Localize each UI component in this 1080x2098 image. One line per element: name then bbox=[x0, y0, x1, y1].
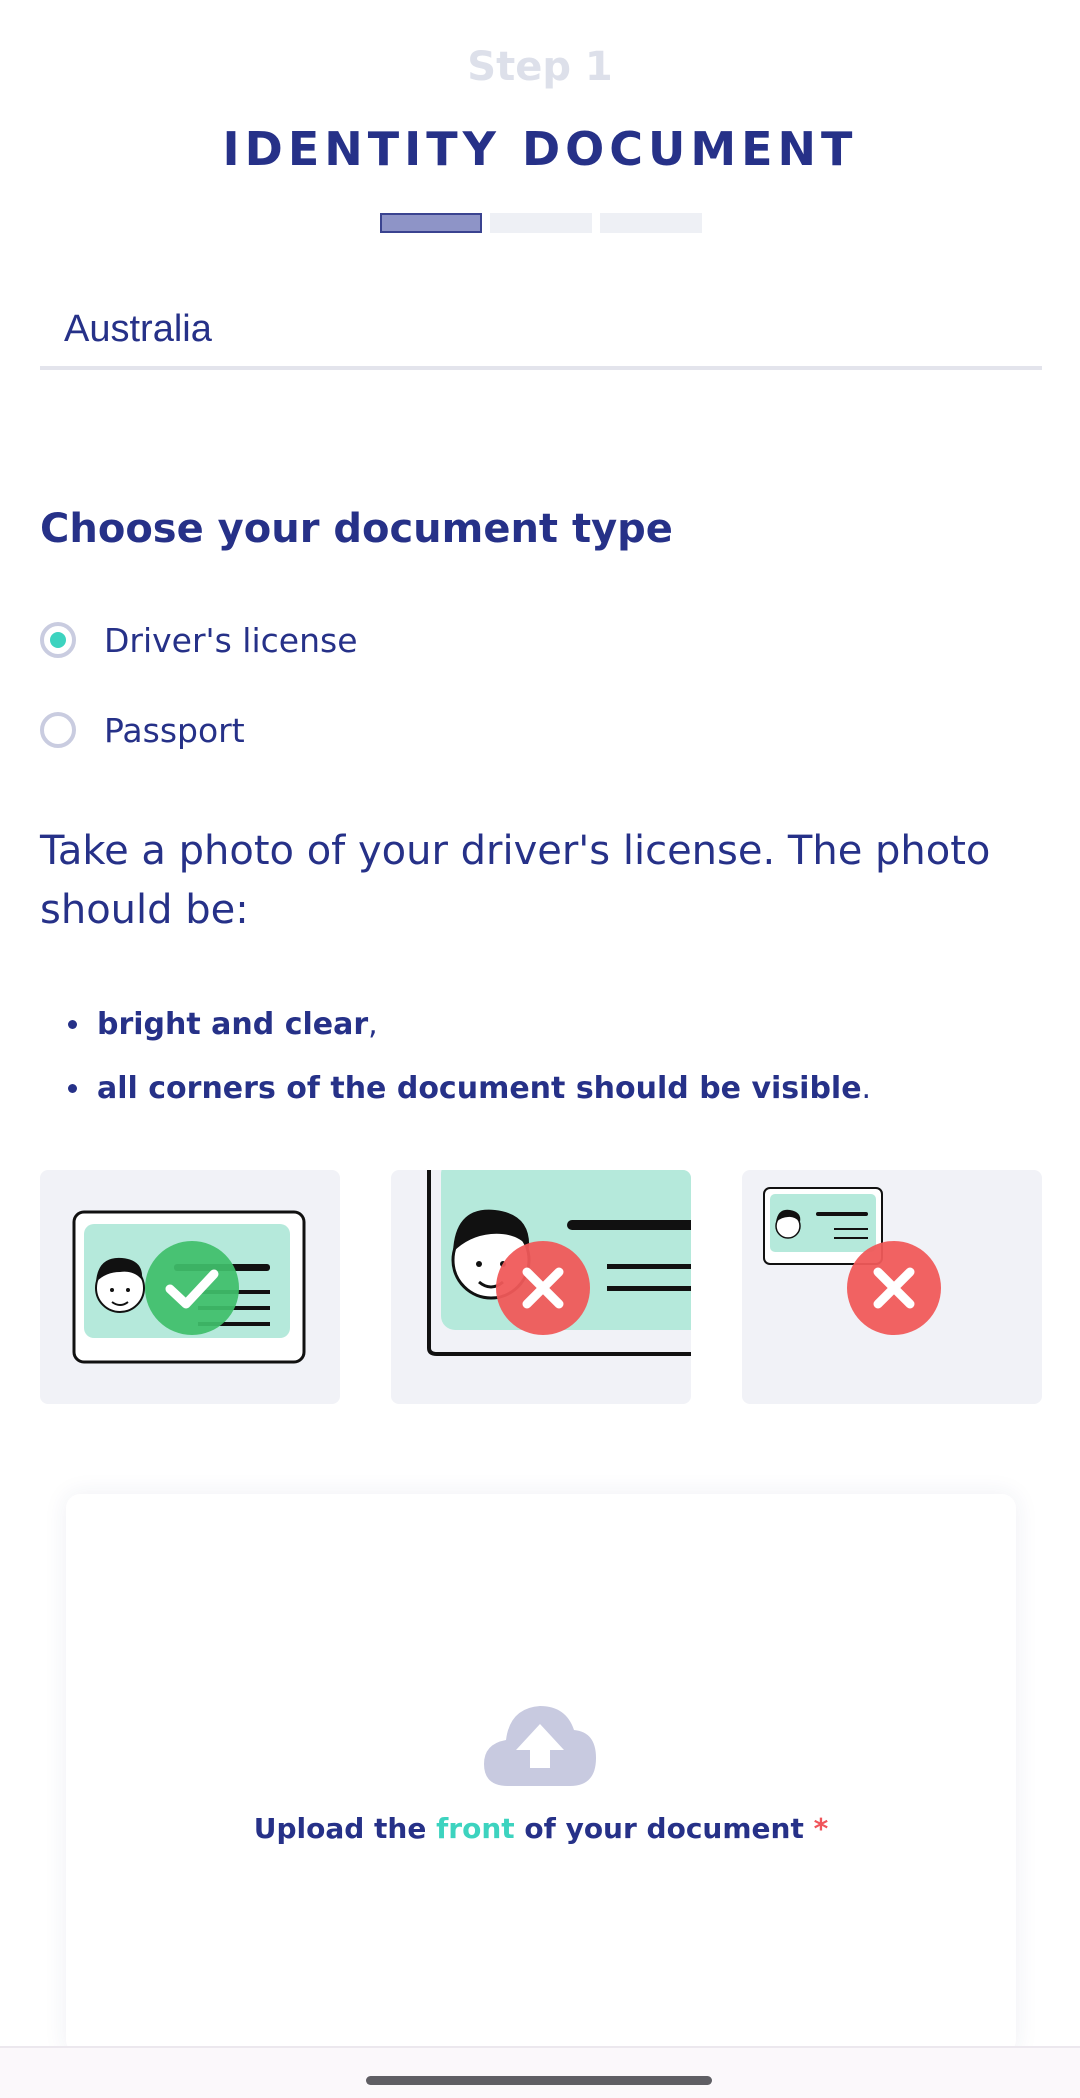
list-item: all corners of the document should be vi… bbox=[68, 1056, 871, 1120]
option-label: Driver's license bbox=[104, 620, 358, 660]
example-bad-too-close bbox=[391, 1170, 691, 1404]
example-good-photo bbox=[40, 1170, 340, 1404]
requirement-text: bright and clear bbox=[97, 1006, 369, 1042]
country-select[interactable]: Australia bbox=[40, 300, 1042, 370]
bullet-dot bbox=[68, 1019, 77, 1029]
upload-prefix: Upload the bbox=[253, 1812, 437, 1845]
step-label: Step 1 bbox=[467, 44, 613, 90]
id-card-illustration bbox=[427, 1170, 691, 1356]
page-title: IDENTITY DOCUMENT bbox=[222, 122, 858, 176]
document-type-heading: Choose your document type bbox=[40, 506, 673, 552]
option-drivers-license[interactable]: Driver's license bbox=[40, 610, 358, 670]
system-bottom-bar bbox=[0, 2046, 1080, 2098]
photo-requirements: bright and clear, all corners of the doc… bbox=[68, 992, 871, 1120]
requirement-text: all corners of the document should be vi… bbox=[97, 1070, 862, 1106]
upload-front-dropzone[interactable]: Upload the front of your document * bbox=[66, 1494, 1016, 2054]
upload-suffix: of your document bbox=[514, 1812, 814, 1845]
id-card-illustration bbox=[763, 1187, 941, 1335]
cross-icon bbox=[496, 1241, 590, 1335]
progress-segment-3 bbox=[600, 213, 702, 233]
country-value: Australia bbox=[64, 308, 212, 350]
requirement-punct: . bbox=[861, 1070, 872, 1106]
radio-passport[interactable] bbox=[40, 712, 76, 748]
upload-accent: front bbox=[436, 1812, 515, 1845]
upload-front-label: Upload the front of your document * bbox=[66, 1812, 1016, 1845]
progress-segment-1 bbox=[380, 213, 482, 233]
required-mark: * bbox=[813, 1812, 829, 1845]
cloud-upload-icon bbox=[484, 1706, 596, 1786]
id-card-illustration bbox=[72, 1210, 306, 1364]
option-label: Passport bbox=[104, 710, 245, 750]
check-icon bbox=[145, 1241, 239, 1335]
step-progress bbox=[380, 213, 702, 233]
cross-icon bbox=[847, 1241, 941, 1335]
list-item: bright and clear, bbox=[68, 992, 871, 1056]
photo-instruction: Take a photo of your driver's license. T… bbox=[40, 828, 991, 933]
home-indicator[interactable] bbox=[366, 2076, 712, 2085]
progress-segment-2 bbox=[490, 213, 592, 233]
requirement-punct: , bbox=[368, 1006, 378, 1042]
example-bad-too-far bbox=[742, 1170, 1042, 1404]
bullet-dot bbox=[68, 1083, 77, 1093]
radio-drivers-license[interactable] bbox=[40, 622, 76, 658]
option-passport[interactable]: Passport bbox=[40, 700, 245, 760]
